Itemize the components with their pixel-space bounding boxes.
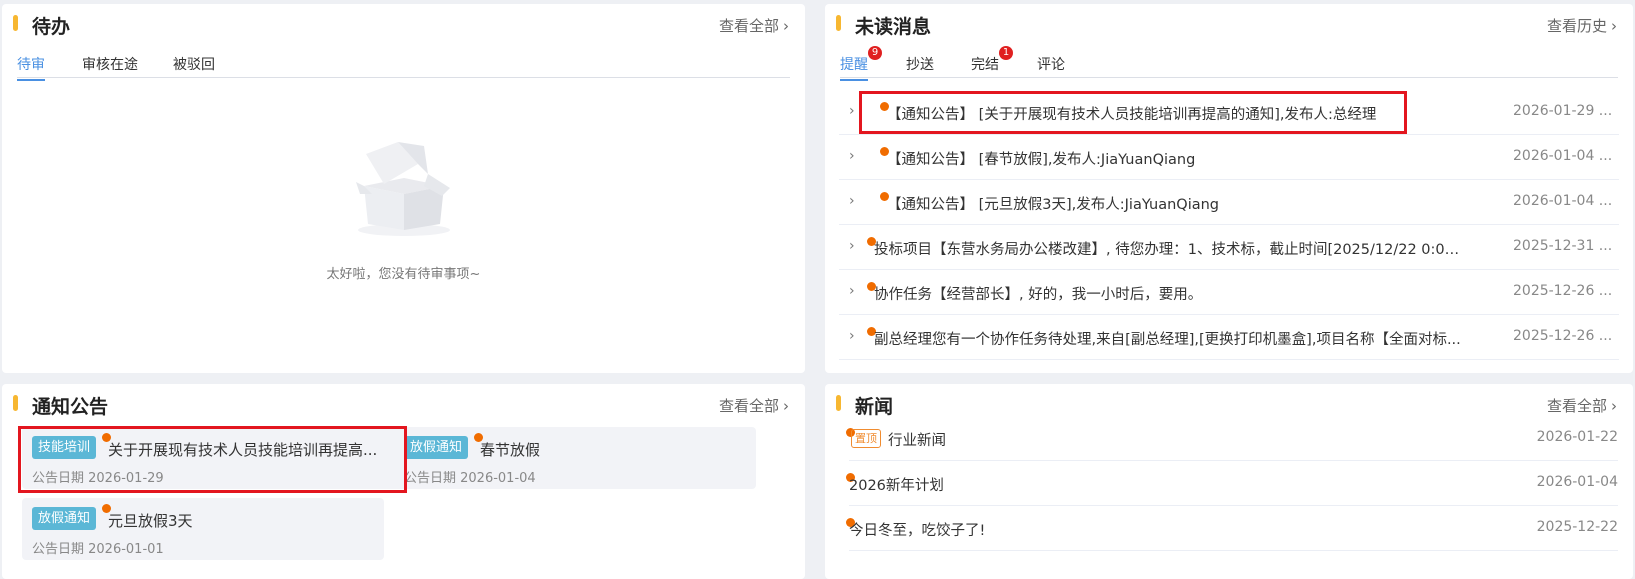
- pinned-tag: 置顶: [851, 429, 881, 448]
- news-title: 今日冬至，吃饺子了!: [849, 523, 986, 539]
- view-history-label: 查看历史: [1546, 17, 1607, 35]
- expand-chevron-icon[interactable]: ›: [849, 103, 855, 119]
- message-row[interactable]: › 协作任务【经营部长】, 好的，我一小时后，要用。 2025-12-26 ..…: [839, 270, 1619, 315]
- message-date: 2026-01-04 ...: [1513, 193, 1613, 209]
- expand-chevron-icon[interactable]: ›: [849, 283, 855, 299]
- tab-reminder[interactable]: 提醒 9: [840, 46, 882, 81]
- message-row[interactable]: › 投标项目【东营水务局办公楼改建】, 待您办理：1、技术标，截止时间[2025…: [839, 225, 1619, 270]
- message-row[interactable]: › 副总经理您有一个协作任务待处理,来自[副总经理],[更换打印机墨盒],项目名…: [839, 315, 1619, 360]
- news-title: 新闻: [855, 396, 894, 418]
- title-accent-bar: [836, 395, 841, 411]
- tab-pending-review[interactable]: 待审: [17, 54, 45, 81]
- message-row[interactable]: › 【通知公告】 [元旦放假3天],发布人:JiaYuanQiang 2026-…: [839, 180, 1619, 225]
- message-text: 副总经理您有一个协作任务待处理,来自[副总经理],[更换打印机墨盒],项目名称【…: [874, 332, 1461, 348]
- expand-chevron-icon[interactable]: ›: [849, 193, 855, 209]
- news-title: 2026新年计划: [849, 478, 944, 494]
- unread-messages-panel: 未读消息 查看历史 › 提醒 9 抄送 完结 1 评论 › 【通知公告】 [关于开…: [825, 4, 1633, 373]
- news-date: 2026-01-22: [1536, 429, 1618, 445]
- message-tabs: 提醒 9 抄送 完结 1 评论: [840, 46, 1618, 81]
- chevron-right-icon: ›: [783, 17, 789, 35]
- notice-title: 春节放假: [480, 441, 541, 459]
- message-text: 协作任务【经营部长】, 好的，我一小时后，要用。: [874, 287, 1203, 303]
- todo-panel: 待办 查看全部 › 待审 审核在途 被驳回 太好啦，您没有待审事项~: [2, 4, 805, 373]
- notices-view-all-link[interactable]: 查看全部 ›: [719, 395, 789, 416]
- tab-in-review[interactable]: 审核在途: [82, 54, 138, 79]
- completed-count-badge: 1: [999, 46, 1013, 60]
- tab-rejected[interactable]: 被驳回: [173, 54, 215, 79]
- notice-date: 公告日期 2026-01-01: [32, 542, 164, 557]
- title-accent-bar: [836, 15, 841, 31]
- message-date: 2025-12-26 ...: [1513, 283, 1613, 299]
- notice-date: 公告日期 2026-01-04: [404, 471, 536, 486]
- expand-chevron-icon[interactable]: ›: [849, 238, 855, 254]
- message-date: 2026-01-04 ...: [1513, 148, 1613, 164]
- notice-category-tag: 放假通知: [404, 436, 469, 459]
- expand-chevron-icon[interactable]: ›: [849, 148, 855, 164]
- notices-title: 通知公告: [32, 396, 109, 418]
- tab-comments[interactable]: 评论: [1037, 54, 1065, 79]
- message-date: 2026-01-29 ...: [1513, 103, 1613, 119]
- message-text: 投标项目【东营水务局办公楼改建】, 待您办理：1、技术标，截止时间[2025/1…: [874, 242, 1464, 258]
- notices-view-all-label: 查看全部: [718, 397, 779, 415]
- news-title: 行业新闻: [888, 433, 946, 449]
- chevron-right-icon: ›: [1611, 397, 1617, 415]
- message-text: 【通知公告】 [元旦放假3天],发布人:JiaYuanQiang: [887, 197, 1220, 213]
- messages-title: 未读消息: [855, 16, 932, 38]
- highlight-box: [859, 91, 1407, 134]
- title-accent-bar: [13, 395, 18, 411]
- notice-category-tag: 放假通知: [32, 507, 97, 530]
- chevron-right-icon: ›: [783, 397, 789, 415]
- notice-title: 元旦放假3天: [108, 512, 193, 530]
- message-text: 【通知公告】 [春节放假],发布人:JiaYuanQiang: [887, 152, 1196, 168]
- empty-text: 太好啦，您没有待审事项~: [326, 267, 481, 282]
- todo-tabs: 待审 审核在途 被驳回: [17, 52, 790, 81]
- notice-card[interactable]: 放假通知 春节放假 公告日期 2026-01-04: [394, 427, 756, 489]
- notices-panel: 通知公告 查看全部 › 技能培训 关于开展现有技术人员技能培训再提高... 公告日…: [2, 384, 805, 579]
- news-row[interactable]: 置顶 行业新闻 2026-01-22: [846, 416, 1618, 461]
- highlight-box: [18, 426, 407, 493]
- news-panel: 新闻 查看全部 › 置顶 行业新闻 2026-01-22 2026新年计划 202…: [825, 384, 1633, 579]
- message-date: 2025-12-26 ...: [1513, 328, 1613, 344]
- notice-card[interactable]: 放假通知 元旦放假3天 公告日期 2026-01-01: [22, 498, 384, 560]
- news-row[interactable]: 今日冬至，吃饺子了! 2025-12-22: [846, 506, 1618, 551]
- news-date: 2026-01-04: [1536, 474, 1618, 490]
- message-date: 2025-12-31 ...: [1513, 238, 1613, 254]
- todo-title: 待办: [32, 16, 71, 38]
- expand-chevron-icon[interactable]: ›: [849, 328, 855, 344]
- todo-view-all-link[interactable]: 查看全部 ›: [719, 15, 789, 36]
- news-row[interactable]: 2026新年计划 2026-01-04: [846, 461, 1618, 506]
- todo-view-all-label: 查看全部: [718, 17, 779, 35]
- news-view-all-label: 查看全部: [1546, 397, 1607, 415]
- tab-completed[interactable]: 完结 1: [971, 46, 1013, 79]
- tab-completed-label: 完结: [971, 57, 999, 73]
- view-history-link[interactable]: 查看历史 ›: [1547, 15, 1617, 36]
- tab-cc[interactable]: 抄送: [906, 54, 934, 79]
- chevron-right-icon: ›: [1611, 17, 1617, 35]
- title-accent-bar: [13, 15, 18, 31]
- empty-box-icon: [356, 142, 450, 236]
- news-view-all-link[interactable]: 查看全部 ›: [1547, 395, 1617, 416]
- tab-reminder-label: 提醒: [840, 57, 868, 73]
- message-row[interactable]: › 【通知公告】 [春节放假],发布人:JiaYuanQiang 2026-01…: [839, 135, 1619, 180]
- reminder-count-badge: 9: [868, 46, 882, 60]
- news-date: 2025-12-22: [1536, 519, 1618, 535]
